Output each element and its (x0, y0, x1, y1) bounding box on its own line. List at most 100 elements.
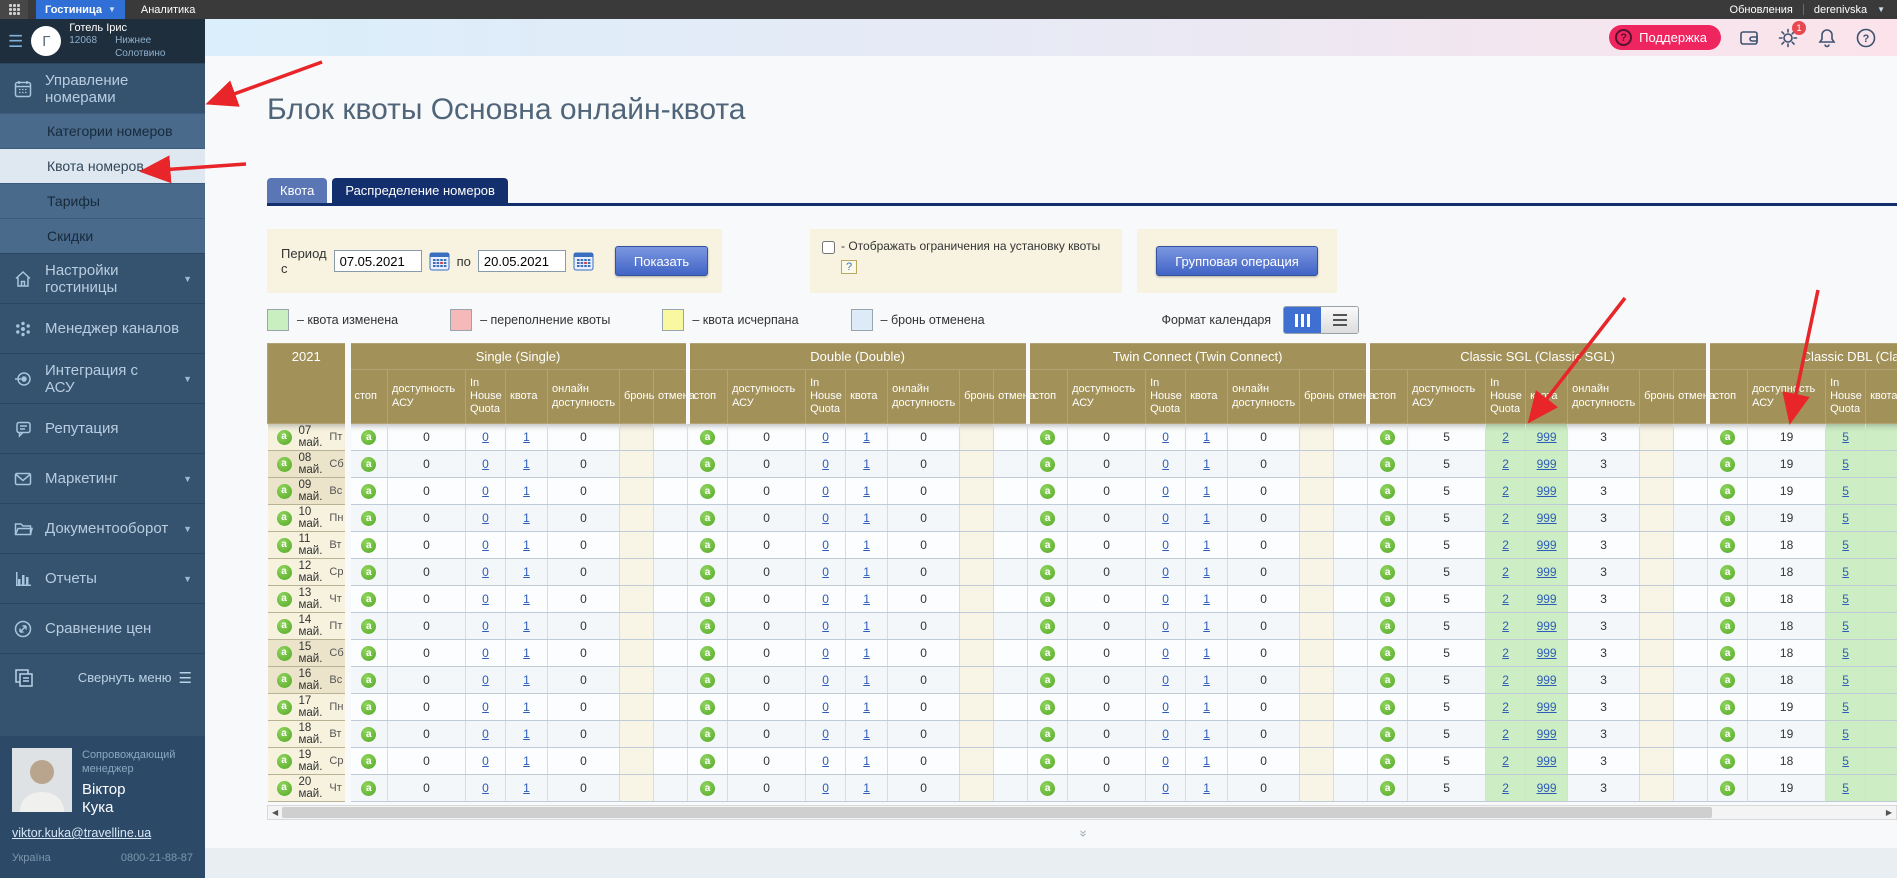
help-icon[interactable]: ? (1855, 27, 1877, 49)
quota-value-link[interactable]: 0 (482, 781, 489, 795)
wallet-icon[interactable] (1738, 27, 1760, 49)
quota-value-link[interactable]: 0 (1162, 484, 1169, 498)
sidebar-item-discounts[interactable]: Скидки (0, 218, 205, 253)
quota-value-link[interactable]: 1 (863, 511, 870, 525)
quota-value-link[interactable]: 5 (1842, 754, 1849, 768)
user-menu[interactable]: derenivska (1814, 4, 1867, 16)
scroll-right-icon[interactable]: ▶ (1886, 808, 1892, 817)
quota-value-link[interactable]: 5 (1842, 565, 1849, 579)
quota-value-link[interactable]: 999 (1537, 673, 1557, 687)
quota-value-link[interactable]: 0 (482, 727, 489, 741)
quota-value-link[interactable]: 1 (1203, 700, 1210, 714)
quota-value-link[interactable]: 5 (1842, 673, 1849, 687)
quota-value-link[interactable]: 1 (523, 592, 530, 606)
quota-value-link[interactable]: 1 (523, 565, 530, 579)
sidebar-item-price-comparison[interactable]: Сравнение цен (0, 603, 205, 653)
analytics-link[interactable]: Аналитика (141, 4, 195, 16)
quota-value-link[interactable]: 1 (1203, 727, 1210, 741)
quota-value-link[interactable]: 0 (1162, 430, 1169, 444)
quota-value-link[interactable]: 1 (863, 673, 870, 687)
period-to-input[interactable] (478, 250, 566, 272)
quota-value-link[interactable]: 1 (523, 727, 530, 741)
scrollbar-thumb[interactable] (282, 807, 1712, 818)
quota-value-link[interactable]: 999 (1537, 781, 1557, 795)
quota-value-link[interactable]: 0 (1162, 700, 1169, 714)
quota-value-link[interactable]: 1 (863, 619, 870, 633)
quota-value-link[interactable]: 999 (1537, 646, 1557, 660)
quota-value-link[interactable]: 5 (1842, 592, 1849, 606)
quota-value-link[interactable]: 1 (863, 457, 870, 471)
quota-value-link[interactable]: 1 (523, 430, 530, 444)
sidebar-item-reports[interactable]: Отчеты ▼ (0, 553, 205, 603)
support-button[interactable]: ? Поддержка (1609, 25, 1721, 50)
horizontal-scrollbar[interactable]: ◀ ▶ (267, 805, 1897, 820)
tab-quota[interactable]: Квота (267, 178, 327, 203)
collapse-menu-button[interactable]: Свернуть меню ☰ (0, 653, 205, 701)
tab-room-distribution[interactable]: Распределение номеров (332, 178, 508, 203)
quota-value-link[interactable]: 1 (863, 646, 870, 660)
quota-value-link[interactable]: 0 (822, 484, 829, 498)
quota-value-link[interactable]: 5 (1842, 538, 1849, 552)
scroll-left-icon[interactable]: ◀ (272, 808, 278, 817)
quota-value-link[interactable]: 999 (1537, 754, 1557, 768)
quota-value-link[interactable]: 1 (1203, 646, 1210, 660)
quota-value-link[interactable]: 5 (1842, 511, 1849, 525)
quota-value-link[interactable]: 1 (523, 538, 530, 552)
sidebar-item-hotel-settings[interactable]: Настройки гостиницы ▼ (0, 253, 205, 303)
quota-value-link[interactable]: 0 (822, 565, 829, 579)
sidebar-item-channel-manager[interactable]: Менеджер каналов (0, 303, 205, 353)
quota-value-link[interactable]: 1 (523, 646, 530, 660)
quota-value-link[interactable]: 999 (1537, 700, 1557, 714)
show-button[interactable]: Показать (615, 246, 708, 276)
quota-value-link[interactable]: 0 (822, 619, 829, 633)
sidebar-item-room-management[interactable]: Управление номерами (0, 63, 205, 113)
quota-value-link[interactable]: 0 (822, 511, 829, 525)
restrictions-help-icon[interactable]: ? (841, 260, 857, 274)
quota-value-link[interactable]: 2 (1502, 484, 1509, 498)
quota-value-link[interactable]: 2 (1502, 619, 1509, 633)
quota-value-link[interactable]: 0 (1162, 781, 1169, 795)
quota-value-link[interactable]: 999 (1537, 538, 1557, 552)
quota-value-link[interactable]: 999 (1537, 727, 1557, 741)
quota-value-link[interactable]: 999 (1537, 484, 1557, 498)
quota-value-link[interactable]: 1 (1203, 781, 1210, 795)
quota-value-link[interactable]: 5 (1842, 430, 1849, 444)
quota-value-link[interactable]: 1 (1203, 511, 1210, 525)
quota-value-link[interactable]: 0 (482, 646, 489, 660)
quota-value-link[interactable]: 1 (863, 430, 870, 444)
quota-value-link[interactable]: 999 (1537, 430, 1557, 444)
manager-email-link[interactable]: viktor.kuka@travelline.ua (12, 826, 151, 840)
quota-value-link[interactable]: 999 (1537, 592, 1557, 606)
sidebar-item-pms-integration[interactable]: Интеграция с АСУ ▼ (0, 353, 205, 403)
quota-value-link[interactable]: 2 (1502, 700, 1509, 714)
quota-value-link[interactable]: 2 (1502, 673, 1509, 687)
quota-value-link[interactable]: 1 (1203, 592, 1210, 606)
quota-value-link[interactable]: 5 (1842, 646, 1849, 660)
quota-value-link[interactable]: 0 (1162, 673, 1169, 687)
quota-value-link[interactable]: 999 (1537, 511, 1557, 525)
quota-value-link[interactable]: 2 (1502, 754, 1509, 768)
quota-value-link[interactable]: 0 (482, 565, 489, 579)
quota-value-link[interactable]: 0 (482, 754, 489, 768)
quota-value-link[interactable]: 1 (523, 511, 530, 525)
quota-value-link[interactable]: 1 (523, 457, 530, 471)
quota-value-link[interactable]: 0 (1162, 457, 1169, 471)
quota-value-link[interactable]: 0 (482, 511, 489, 525)
quota-value-link[interactable]: 2 (1502, 457, 1509, 471)
quota-value-link[interactable]: 0 (1162, 511, 1169, 525)
app-logo-icon[interactable] (0, 0, 28, 19)
quota-value-link[interactable]: 0 (1162, 727, 1169, 741)
sidebar-item-room-quota[interactable]: Квота номеров (0, 148, 205, 183)
quota-value-link[interactable]: 1 (1203, 565, 1210, 579)
quota-value-link[interactable]: 0 (822, 727, 829, 741)
quota-value-link[interactable]: 1 (1203, 619, 1210, 633)
quota-value-link[interactable]: 0 (1162, 619, 1169, 633)
quota-value-link[interactable]: 1 (1203, 457, 1210, 471)
menu-toggle-icon[interactable]: ☰ (8, 33, 23, 50)
quota-value-link[interactable]: 0 (822, 646, 829, 660)
quota-value-link[interactable]: 1 (1203, 430, 1210, 444)
quota-value-link[interactable]: 5 (1842, 781, 1849, 795)
quota-value-link[interactable]: 0 (822, 781, 829, 795)
quota-value-link[interactable]: 0 (1162, 592, 1169, 606)
quota-value-link[interactable]: 1 (863, 538, 870, 552)
